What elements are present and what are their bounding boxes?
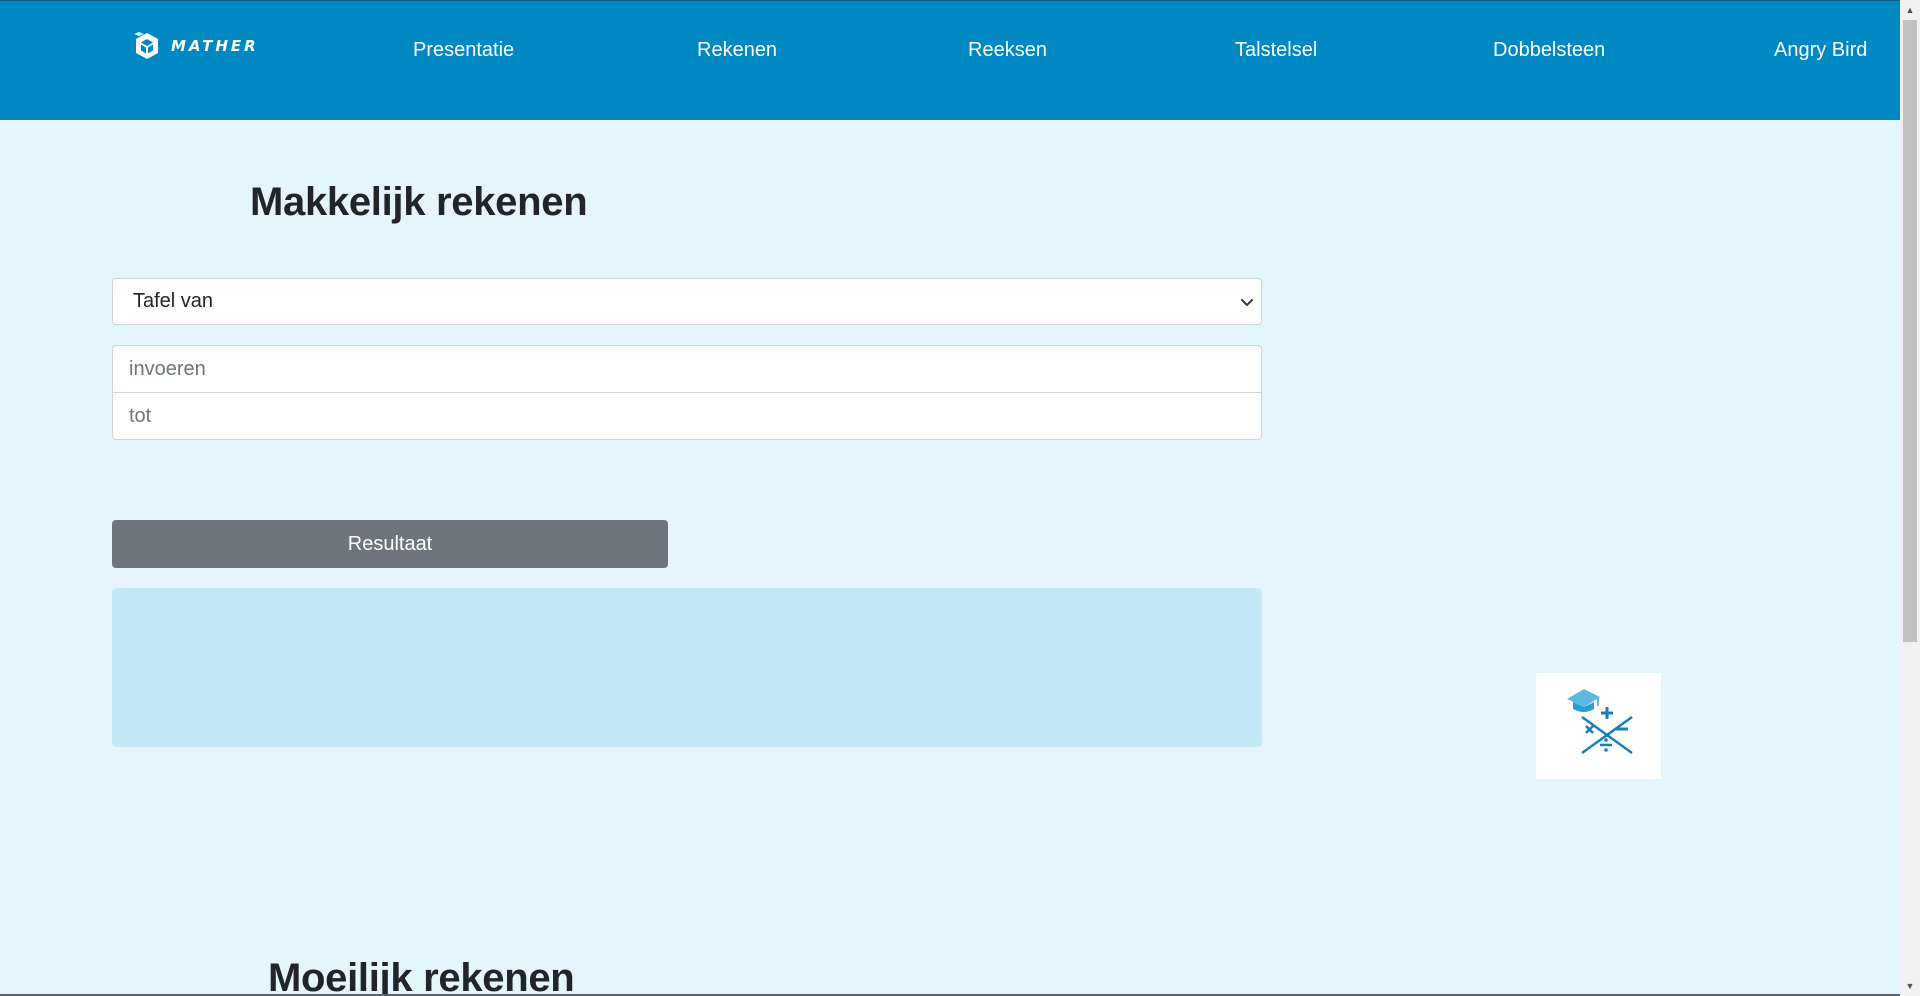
input-from-field[interactable] [112,345,1262,393]
brand-name: MATHER [171,37,259,55]
easy-section-title: Makkelijk rekenen [250,180,588,224]
graduation-cap-math-icon [1567,689,1633,755]
chevron-down-icon [1241,299,1253,306]
nav-item-talstelsel[interactable]: Talstelsel [1235,39,1317,62]
nav-item-angry-bird[interactable]: Angry Bird [1774,39,1867,62]
hexagon-cube-icon [134,32,158,59]
navbar: MATHER Presentatie Rekenen Reeksen Talst… [0,0,1900,120]
hard-section-title: Moeilijk rekenen [268,956,575,996]
nav-item-dobbelsteen[interactable]: Dobbelsteen [1493,39,1605,62]
nav-item-presentatie[interactable]: Presentatie [413,39,514,62]
nav-item-reeksen[interactable]: Reeksen [968,39,1047,62]
side-logo-card [1536,673,1661,779]
operation-select-value: Tafel van [133,290,214,312]
scroll-up-arrow-icon[interactable]: ▲ [1900,0,1920,20]
operation-select[interactable]: Tafel van [112,278,1262,325]
nav-item-rekenen[interactable]: Rekenen [697,39,777,62]
input-to-field[interactable] [112,392,1262,440]
scroll-down-arrow-icon[interactable]: ▼ [1900,976,1920,996]
scrollbar-thumb[interactable] [1903,20,1917,642]
page: MATHER Presentatie Rekenen Reeksen Talst… [0,0,1920,996]
brand-logo[interactable]: MATHER [133,31,259,61]
result-button[interactable]: Resultaat [112,520,668,568]
result-output-box [112,588,1262,747]
vertical-scrollbar[interactable]: ▲ ▼ [1900,0,1920,996]
